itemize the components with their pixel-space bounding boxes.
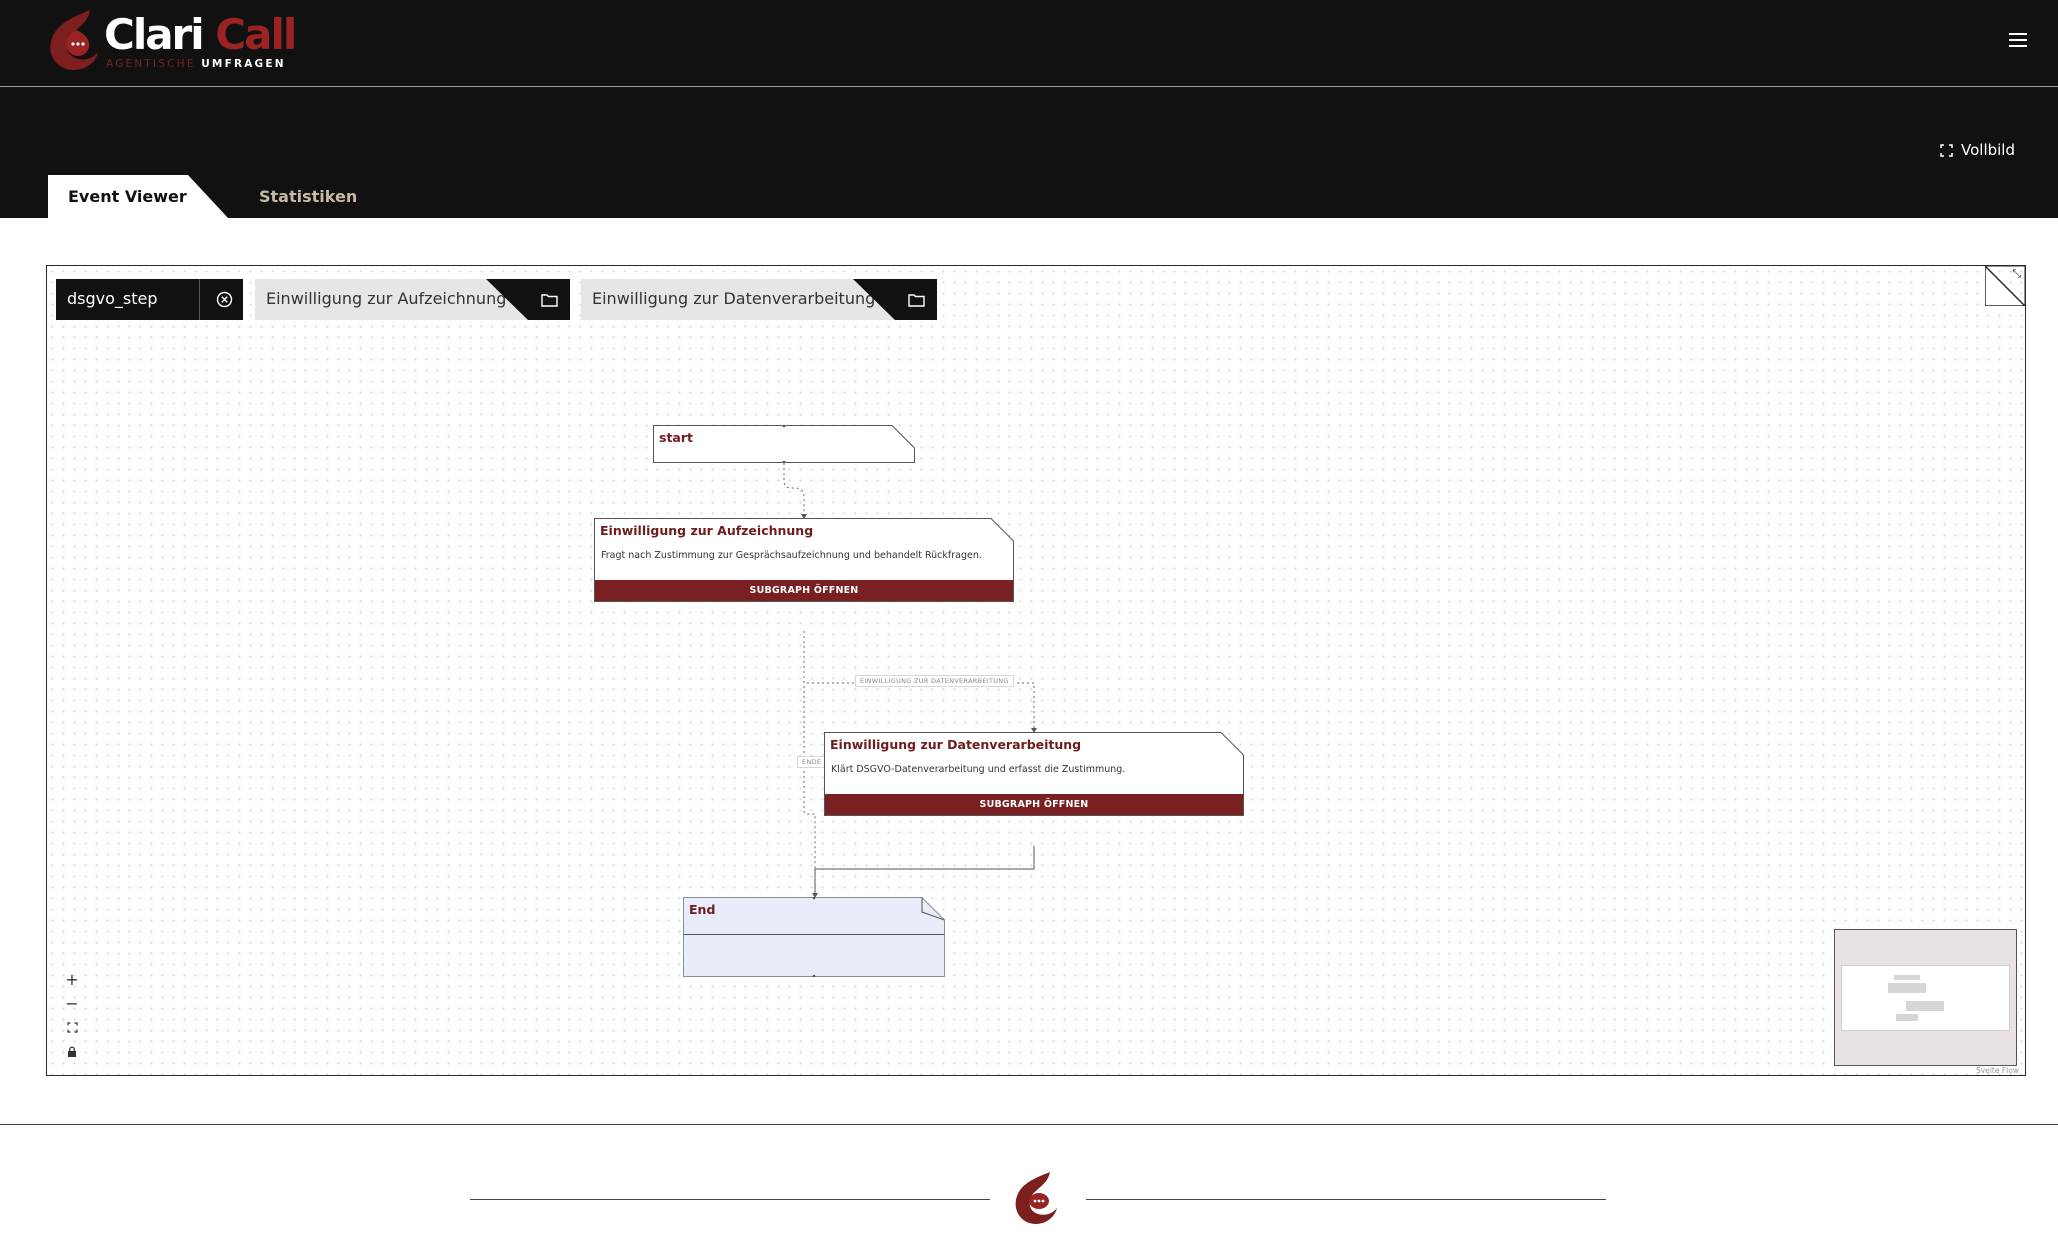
flame-logo-icon <box>50 10 98 70</box>
node-start-title: start <box>659 430 693 445</box>
node-sub1-description: Fragt nach Zustimmung zur Gesprächsaufze… <box>601 550 982 561</box>
fullscreen-label: Vollbild <box>1961 141 2015 159</box>
edge-label-datenverarbeitung[interactable]: EINWILLIGUNG ZUR DATENVERARBEITUNG <box>855 675 1014 687</box>
node-end[interactable]: End <box>683 897 945 977</box>
logo-word-call: Call <box>202 10 297 59</box>
tab-statistiken[interactable]: Statistiken <box>259 175 357 218</box>
footer-line-left <box>470 1199 990 1200</box>
app-logo[interactable]: Clari Call AGENTISCHE UMFRAGEN <box>46 8 297 74</box>
logo-wordmark: Clari Call <box>104 14 297 56</box>
flow-edges <box>783 463 1037 898</box>
minimap-node <box>1896 1014 1918 1021</box>
minimap-node <box>1906 1001 1944 1011</box>
node-start[interactable]: start <box>653 425 915 463</box>
fit-view-glyph <box>66 1021 78 1033</box>
expand-icon <box>1940 143 1953 157</box>
tab-event-viewer[interactable]: Event Viewer <box>48 175 228 218</box>
fit-view-icon[interactable] <box>59 1015 85 1039</box>
tab-bar: Vollbild Event Viewer Statistiken <box>0 87 2058 218</box>
logo-word-clari: Clari <box>104 10 205 59</box>
svelte-flow-attribution[interactable]: Svelte Flow <box>1976 1066 2019 1075</box>
node-end-title: End <box>689 902 716 917</box>
flow-controls: + − <box>59 967 85 1063</box>
footer-line-right <box>1086 1199 1606 1200</box>
edge-label-ende[interactable]: ENDE <box>797 756 827 768</box>
app-header: Clari Call AGENTISCHE UMFRAGEN <box>0 0 2058 87</box>
minimap[interactable] <box>1834 929 2017 1066</box>
footer-flame-logo-icon <box>1015 1172 1057 1224</box>
footer-divider <box>0 1124 2058 1125</box>
flow-canvas[interactable]: ⤡ dsgvo_step Einwilligung zur Aufzeichnu… <box>46 265 2026 1076</box>
minimap-node <box>1888 983 1926 993</box>
lock-glyph <box>68 1045 76 1057</box>
hamburger-menu-icon[interactable] <box>2004 28 2032 52</box>
node-einwilligung-datenverarbeitung[interactable]: Einwilligung zur Datenverarbeitung Klärt… <box>824 732 1244 816</box>
node-end-frame <box>683 897 945 977</box>
open-subgraph-button[interactable]: SUBGRAPH ÖFFNEN <box>595 580 1013 601</box>
logo-tag-umfragen: UMFRAGEN <box>201 58 286 70</box>
minimap-node <box>1894 975 1920 980</box>
node-sub1-title: Einwilligung zur Aufzeichnung <box>600 523 814 538</box>
minimap-viewport[interactable] <box>1841 965 2010 1031</box>
lock-icon[interactable] <box>59 1039 85 1063</box>
node-einwilligung-aufzeichnung[interactable]: Einwilligung zur Aufzeichnung Fragt nach… <box>594 518 1014 602</box>
open-subgraph-button[interactable]: SUBGRAPH ÖFFNEN <box>825 794 1243 815</box>
node-sub2-title: Einwilligung zur Datenverarbeitung <box>830 737 1082 752</box>
edge-start-to-sub1 <box>783 463 805 518</box>
edge-sub2-to-end <box>814 846 1035 897</box>
node-sub2-description: Klärt DSGVO-Datenverarbeitung und erfass… <box>831 764 1126 775</box>
zoom-out-icon[interactable]: − <box>59 991 85 1015</box>
zoom-in-icon[interactable]: + <box>59 967 85 991</box>
logo-tag-agentische: AGENTISCHE <box>106 58 202 70</box>
fullscreen-button[interactable]: Vollbild <box>1940 137 2015 163</box>
logo-tagline: AGENTISCHE UMFRAGEN <box>106 58 286 70</box>
